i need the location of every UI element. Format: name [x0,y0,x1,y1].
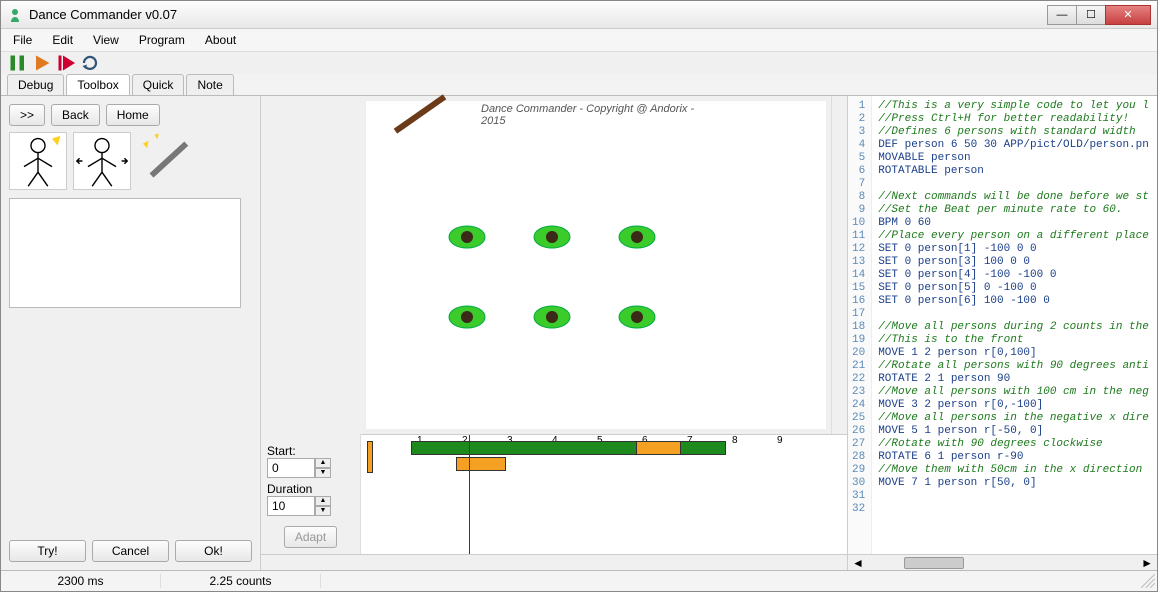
menu-view[interactable]: View [93,33,119,47]
menu-edit[interactable]: Edit [52,33,73,47]
status-time: 2300 ms [1,574,161,588]
dancer[interactable] [446,301,488,333]
start-down[interactable]: ▼ [315,468,331,478]
dancer[interactable] [616,221,658,253]
menubar: File Edit View Program About [1,29,1157,51]
statusbar: 2300 ms 2.25 counts [1,570,1157,591]
center-h-scroll[interactable] [261,554,847,570]
loop-icon[interactable] [81,54,99,72]
nav-back-button[interactable]: Back [51,104,100,126]
duration-label: Duration [267,482,354,496]
app-window: Dance Commander v0.07 — ☐ ✕ File Edit Vi… [0,0,1158,592]
baton-prop [394,95,447,134]
duration-up[interactable]: ▲ [315,496,331,506]
dancer[interactable] [616,301,658,333]
menu-file[interactable]: File [13,33,32,47]
play-next-icon[interactable] [57,54,75,72]
app-icon [7,7,23,23]
dancer[interactable] [531,221,573,253]
timeline-tick: 9 [777,435,783,446]
nav-forward-button[interactable]: >> [9,104,45,126]
pause-icon[interactable] [9,54,27,72]
menu-about[interactable]: About [205,33,236,47]
tab-note[interactable]: Note [186,74,233,95]
timeline-block[interactable] [636,441,681,455]
dancer[interactable] [446,221,488,253]
left-panel: >> Back Home Try! Cancel Ok! [1,96,261,570]
resize-grip-icon[interactable] [1139,572,1157,590]
toolbar [1,51,1157,74]
close-button[interactable]: ✕ [1105,5,1151,25]
window-title: Dance Commander v0.07 [29,7,1048,22]
stage-caption: Dance Commander - Copyright @ Andorix - … [481,103,711,127]
playhead[interactable] [469,435,470,554]
timeline-marker[interactable] [367,441,373,473]
stage-scrollbar[interactable] [831,96,847,434]
code-editor[interactable]: 1234567891011121314151617181920212223242… [848,96,1157,554]
dancer[interactable] [531,301,573,333]
timeline-block[interactable] [456,457,506,471]
cancel-button[interactable]: Cancel [92,540,169,562]
status-counts: 2.25 counts [161,574,321,588]
try-button[interactable]: Try! [9,540,86,562]
duration-input[interactable] [267,496,315,516]
play-icon[interactable] [33,54,51,72]
timeline[interactable]: 123456789 [361,434,847,554]
tab-quick[interactable]: Quick [132,74,185,95]
center-panel: Dance Commander - Copyright @ Andorix - … [261,96,847,570]
tool-stick-figure[interactable] [9,132,67,190]
duration-down[interactable]: ▼ [315,506,331,516]
start-label: Start: [267,444,354,458]
sketch-area[interactable] [9,198,241,308]
tool-wand[interactable] [137,132,195,190]
timeline-props: Start: ▲▼ Duration ▲▼ Adapt [261,434,361,554]
start-input[interactable] [267,458,315,478]
timeline-tick: 8 [732,435,738,446]
tab-toolbox[interactable]: Toolbox [66,74,129,95]
tabs: Debug Toolbox Quick Note [1,74,1157,96]
start-up[interactable]: ▲ [315,458,331,468]
tool-move-figure[interactable] [73,132,131,190]
minimize-button[interactable]: — [1047,5,1077,25]
code-h-scroll[interactable]: ◄► [848,554,1157,570]
maximize-button[interactable]: ☐ [1076,5,1106,25]
adapt-button[interactable]: Adapt [284,526,337,548]
code-panel: 1234567891011121314151617181920212223242… [847,96,1157,570]
tab-debug[interactable]: Debug [7,74,64,95]
ok-button[interactable]: Ok! [175,540,252,562]
menu-program[interactable]: Program [139,33,185,47]
stage[interactable]: Dance Commander - Copyright @ Andorix - … [365,100,827,430]
titlebar: Dance Commander v0.07 — ☐ ✕ [1,1,1157,29]
nav-home-button[interactable]: Home [106,104,160,126]
